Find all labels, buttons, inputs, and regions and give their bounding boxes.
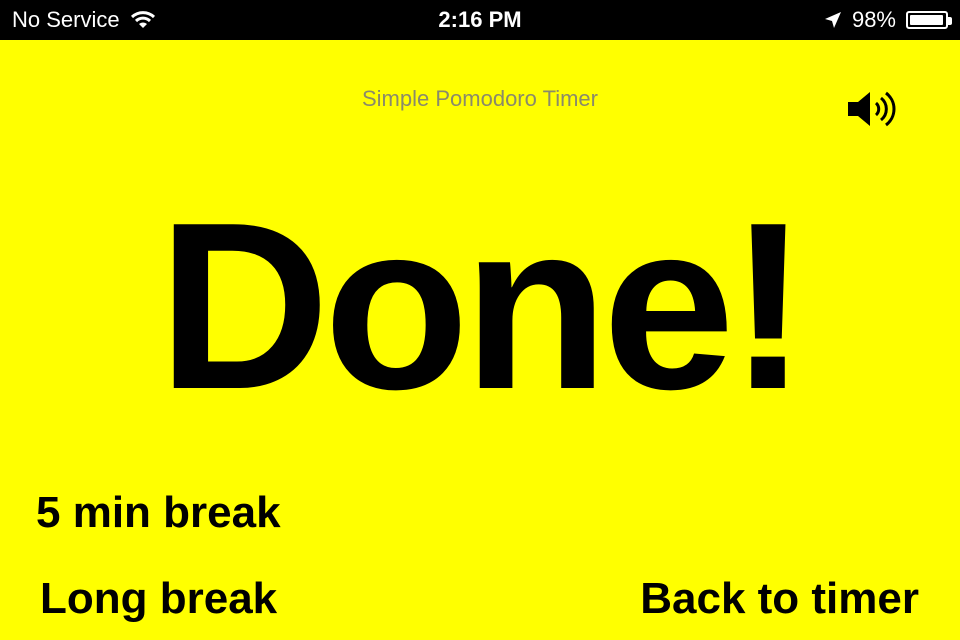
battery-nub bbox=[948, 17, 952, 25]
pomodoro-screen: No Service 2:16 PM 98% Simple Pomodoro T… bbox=[0, 0, 960, 640]
status-bar-time: 2:16 PM bbox=[438, 7, 522, 32]
speaker-icon bbox=[848, 91, 896, 127]
short-break-button[interactable]: 5 min break bbox=[36, 491, 281, 535]
battery-level bbox=[910, 15, 943, 25]
done-headline: Done! bbox=[157, 174, 808, 439]
status-bar-right: 98% bbox=[824, 0, 952, 40]
app-title: Simple Pomodoro Timer bbox=[362, 86, 598, 111]
long-break-button[interactable]: Long break bbox=[40, 577, 277, 621]
status-bar: No Service 2:16 PM 98% bbox=[0, 0, 960, 40]
battery-percent: 98% bbox=[851, 7, 896, 32]
sound-toggle-button[interactable] bbox=[846, 88, 898, 130]
battery-icon bbox=[906, 11, 952, 29]
back-to-timer-button[interactable]: Back to timer bbox=[640, 577, 919, 621]
location-arrow-icon bbox=[824, 11, 842, 29]
